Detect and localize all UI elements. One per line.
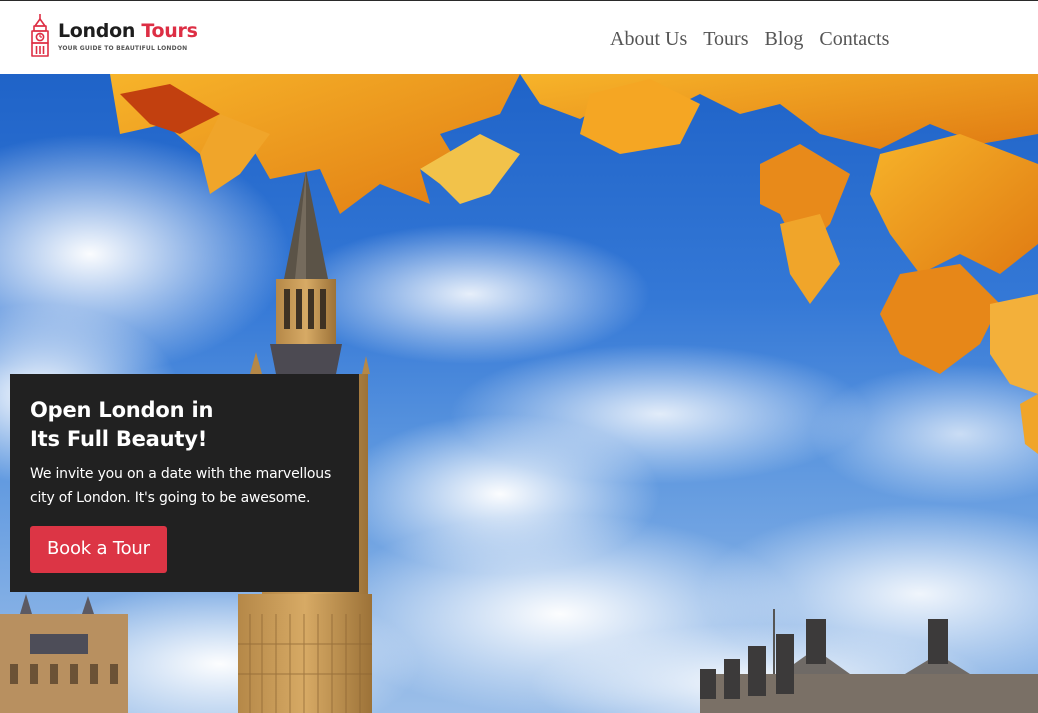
logo-tagline: YOUR GUIDE TO BEAUTIFUL LONDON — [58, 45, 188, 52]
big-ben-icon — [31, 14, 49, 57]
nav-blog[interactable]: Blog — [765, 25, 804, 53]
site-header: London Tours YOUR GUIDE TO BEAUTIFUL LON… — [0, 1, 1038, 74]
book-a-tour-button[interactable]: Book a Tour — [30, 526, 167, 573]
logo-title-london: London — [58, 20, 136, 42]
hero-title: Open London in Its Full Beauty! — [30, 396, 339, 454]
nav-contacts[interactable]: Contacts — [819, 25, 889, 53]
nav-about-us[interactable]: About Us — [610, 25, 687, 53]
site-logo[interactable]: London Tours YOUR GUIDE TO BEAUTIFUL LON… — [28, 13, 198, 57]
hero-card: Open London in Its Full Beauty! We invit… — [10, 374, 359, 592]
hero-banner: Open London in Its Full Beauty! We invit… — [0, 74, 1038, 713]
logo-title: London Tours — [58, 20, 198, 42]
main-nav: About Us Tours Blog Contacts — [610, 25, 905, 53]
logo-title-tours: Tours — [141, 20, 198, 42]
hero-title-line2: Its Full Beauty! — [30, 427, 208, 451]
logo-text: London Tours YOUR GUIDE TO BEAUTIFUL LON… — [58, 13, 198, 52]
hero-title-line1: Open London in — [30, 398, 214, 422]
page: London Tours YOUR GUIDE TO BEAUTIFUL LON… — [0, 0, 1038, 713]
nav-tours[interactable]: Tours — [703, 25, 748, 53]
hero-description: We invite you on a date with the marvell… — [30, 466, 332, 506]
